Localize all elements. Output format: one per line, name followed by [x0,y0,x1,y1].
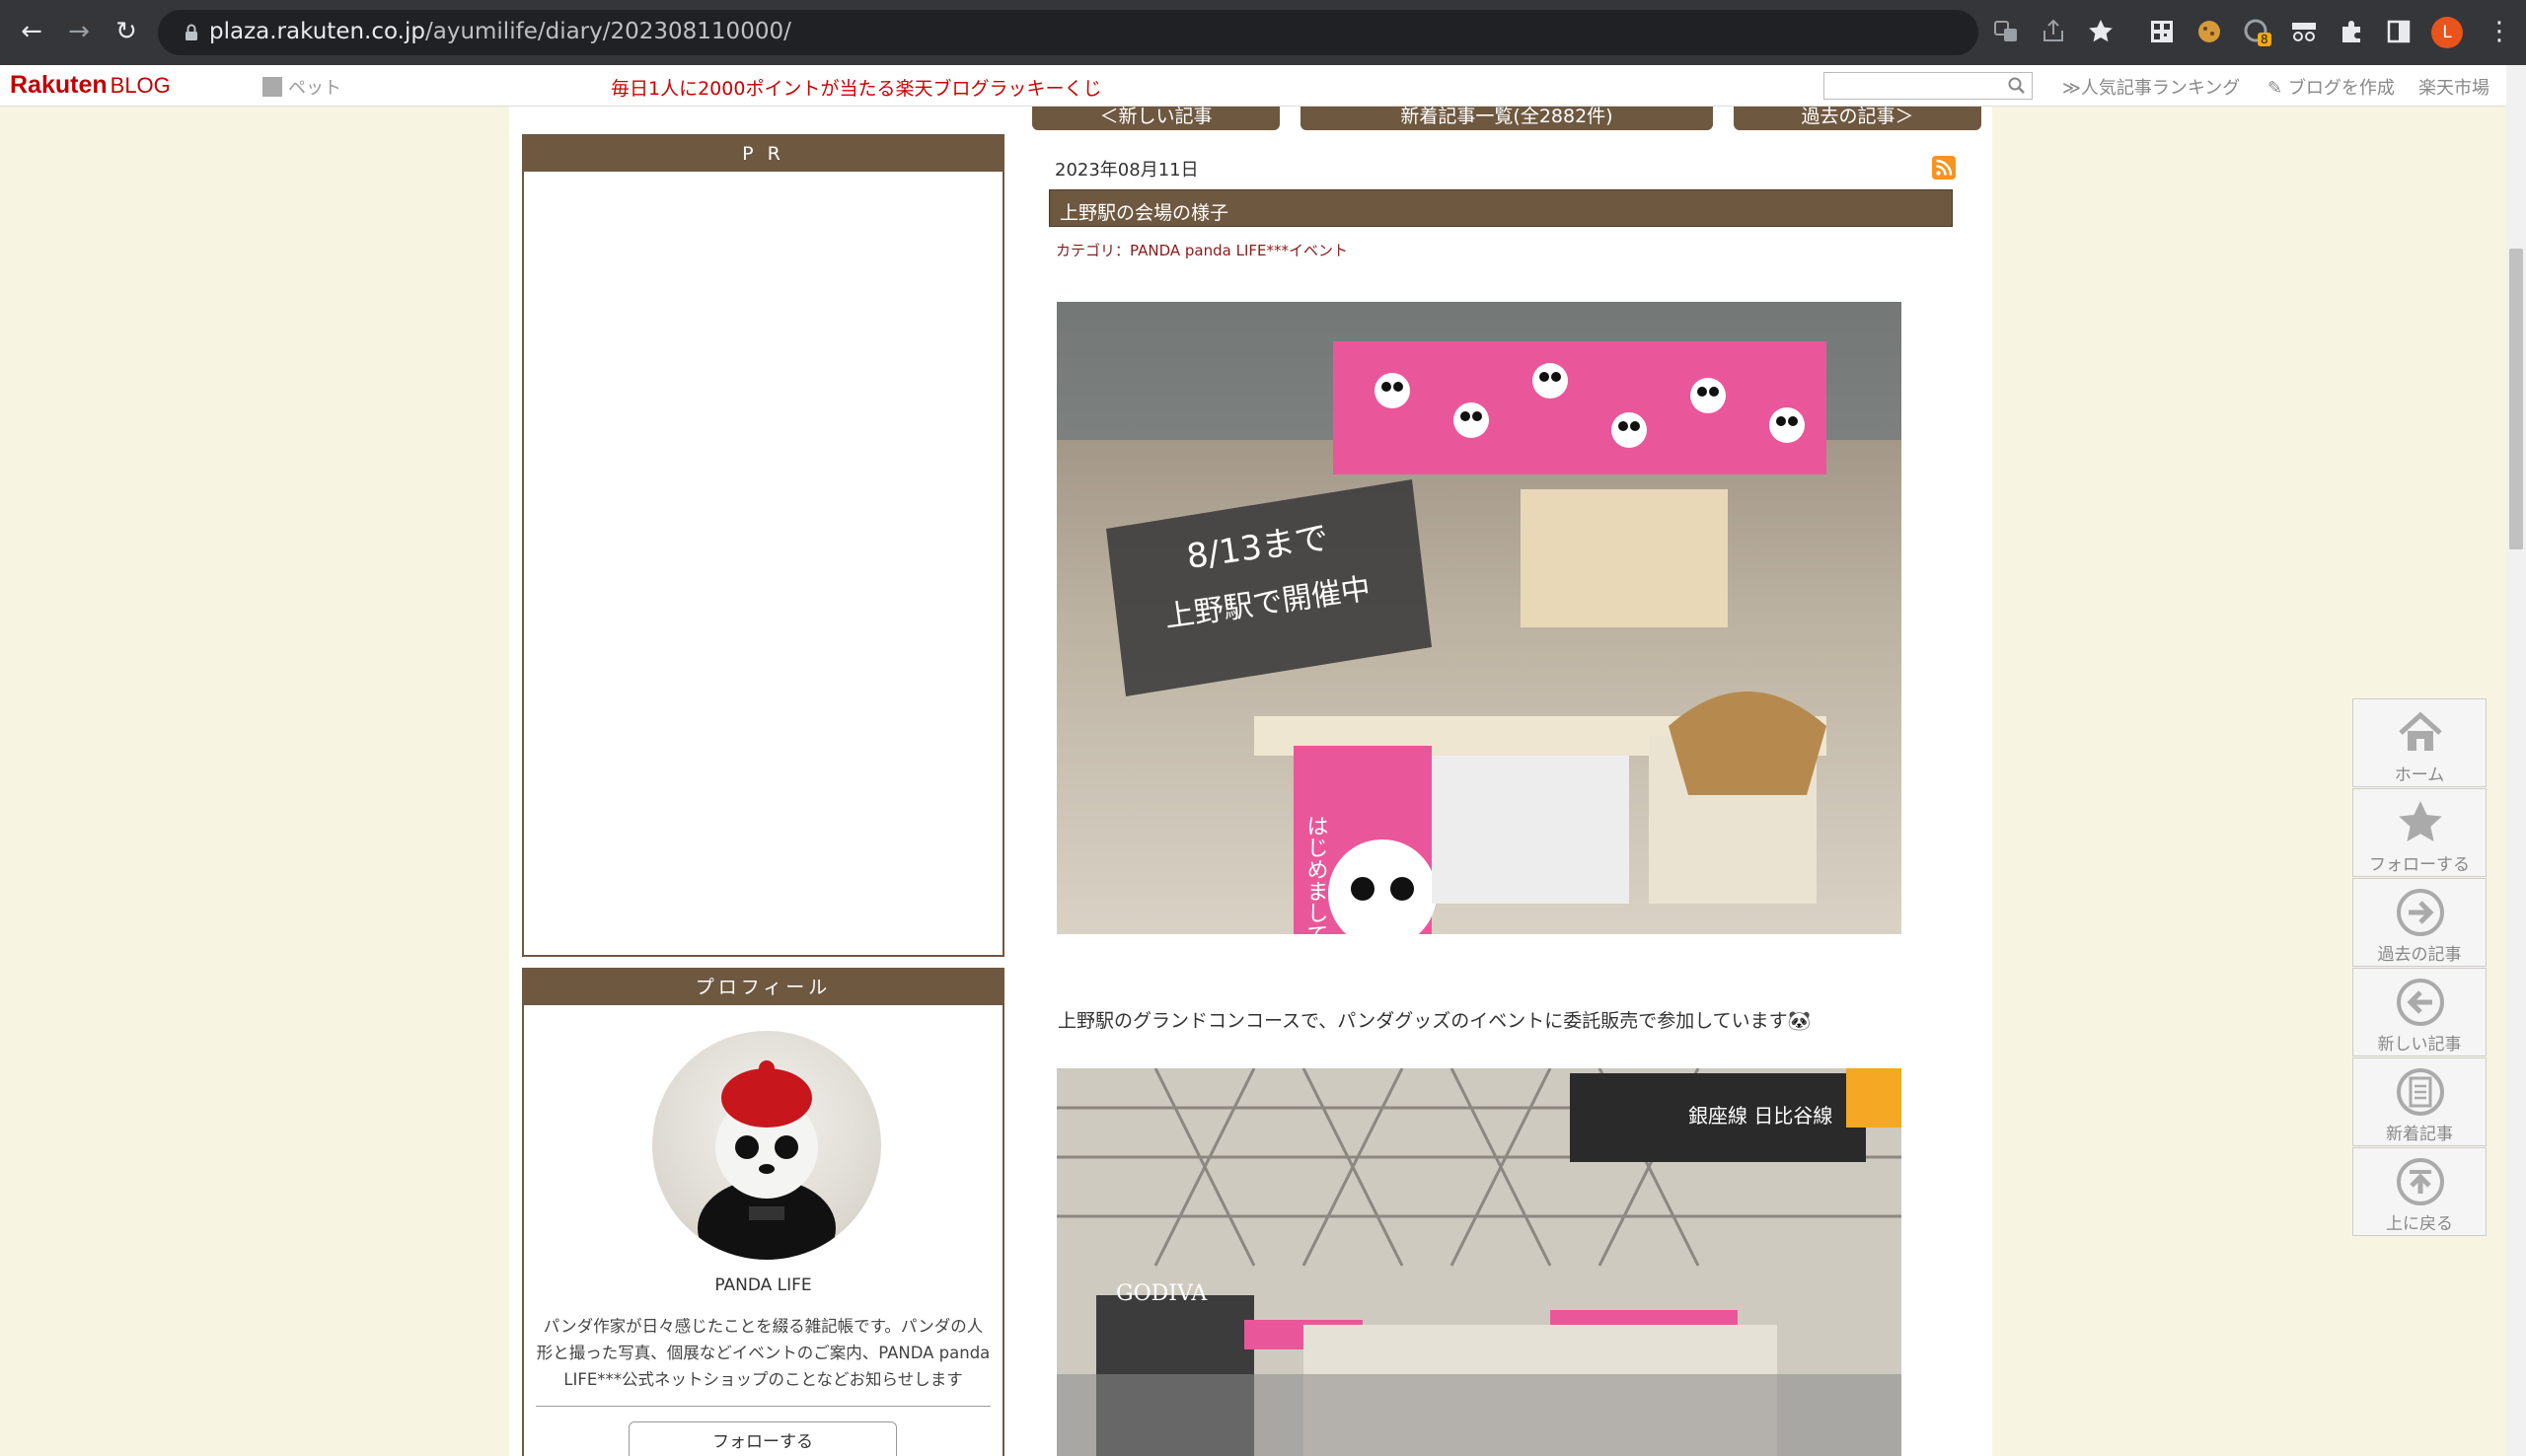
url-path: /ayumilife/diary/202308110000/ [424,19,791,44]
home-icon [2399,711,2442,751]
sidebar-older-button[interactable]: 過去の記事 [2352,878,2487,967]
profile-description: パンダ作家が日々感じたことを綴る雑記帳です。パンダの人形と撮った写真、個展などイ… [536,1317,991,1389]
reload-button[interactable]: ↻ [109,14,144,49]
forward-button[interactable]: → [61,14,97,49]
browser-toolbar: ← → ↻ plaza.rakuten.co.jp/ayumilife/diar… [0,0,2526,65]
sidebar-latest-button[interactable]: 新着記事 [2352,1057,2487,1146]
event-booth-photo[interactable]: 8/13まで 上野駅で開催中 はじめまして [1057,302,1901,934]
godiva-store-sign: GODIVA [1116,1281,1208,1306]
create-blog-link[interactable]: ✎ ブログを作成 [2267,74,2395,100]
arrow-up-circle-icon [2397,1158,2444,1205]
rakuten-blog-logo[interactable]: Rakuten BLOG [10,71,171,100]
newer-post-link[interactable]: ＜新しい記事 [1032,107,1280,130]
sidebar-latest-label: 新着記事 [2386,1125,2453,1144]
bookmark-star-icon[interactable] [2086,17,2116,46]
panda-doll-image [698,1060,836,1260]
document-list-icon [2397,1068,2444,1116]
sidebar-home-label: ホーム [2394,765,2445,785]
extension-badge-icon[interactable]: 8 [2242,17,2271,46]
logo-text: Rakuten [10,71,108,99]
profile-divider [536,1406,991,1407]
post-title[interactable]: 上野駅の会場の様子 [1060,198,1228,225]
address-bar[interactable]: plaza.rakuten.co.jp/ayumilife/diary/2023… [158,10,1978,55]
cookie-icon[interactable] [2194,17,2224,46]
post-caption: 上野駅のグランドコンコースで、パンダグッズのイベントに委託販売で参加しています🐼 [1058,1010,1812,1032]
sidebar-home-button[interactable]: ホーム [2352,698,2487,787]
lock-icon [186,24,197,40]
profile-avatar-image[interactable] [652,1031,881,1260]
search-icon[interactable] [2007,76,2027,96]
post-title-bar: 上野駅の会場の様子 [1049,189,1953,227]
pr-box: P R [522,134,1004,957]
rakuten-global-bar: Rakuten BLOG ペット 毎日1人に2000ポイントが当たる楽天ブログラッ… [0,65,2526,107]
url-host: plaza.rakuten.co.jp [209,19,425,44]
star-icon [2399,801,2442,841]
post-date: 2023年08月11日 [1055,160,1199,181]
rakuten-market-link[interactable]: 楽天市場 [2418,74,2489,100]
share-icon[interactable] [2039,17,2068,46]
chrome-menu-icon[interactable]: ⋮ [2485,17,2514,46]
blog-search-input[interactable] [1823,72,2033,100]
post-category[interactable]: カテゴリ：PANDA panda LIFE***イベント [1056,240,1348,260]
pet-genre-link[interactable]: ペット [262,74,341,100]
station-concourse-photo[interactable]: 銀座線 日比谷線 GODIVA [1057,1068,1901,1456]
profile-box: プロフィール PANDA LIFE パンダ作家が日々感じたことを綴る雑記帳です。… [522,968,1004,1456]
concourse-photo-illustration: 銀座線 日比谷線 GODIVA [1057,1068,1901,1456]
booth-photo-illustration: 8/13まで 上野駅で開催中 はじめまして [1057,302,1901,934]
pet-label: ペット [288,78,341,99]
rss-icon[interactable] [1932,156,1956,180]
incognito-glasses-icon[interactable] [2289,17,2319,46]
lottery-link[interactable]: 毎日1人に2000ポイントが当たる楽天ブログラッキーくじ [611,74,1101,101]
create-blog-label: ブログを作成 [2287,78,2395,99]
follow-button[interactable]: フォローする [629,1421,897,1456]
sidebar-top-button[interactable]: 上に戻る [2352,1147,2487,1236]
url-text: plaza.rakuten.co.jp/ayumilife/diary/2023… [209,19,791,44]
extensions-puzzle-icon[interactable] [2337,17,2366,46]
booth-banner-text: はじめまして [1303,815,1328,934]
older-post-link[interactable]: 過去の記事＞ [1734,107,1981,130]
profile-name[interactable]: PANDA LIFE [524,1275,1003,1295]
qr-code-icon[interactable] [2147,17,2177,46]
translate-icon[interactable] [1991,17,2021,46]
sidebar-follow-label: フォローする [2369,855,2470,875]
side-panel-icon[interactable] [2384,17,2414,46]
sidebar-top-label: 上に戻る [2386,1214,2453,1234]
back-button[interactable]: ← [14,14,49,49]
ranking-link[interactable]: ≫人気記事ランキング [2062,74,2240,100]
pr-header: P R [524,136,1003,172]
logo-suffix: BLOG [110,73,171,98]
station-line-sign: 銀座線 日比谷線 [1688,1104,1832,1128]
sidebar-newer-button[interactable]: 新しい記事 [2352,968,2487,1056]
post-list-link[interactable]: 新着記事一覧(全2882件) [1300,107,1713,130]
arrow-left-circle-icon [2397,979,2444,1026]
arrow-right-circle-icon [2397,889,2444,936]
profile-avatar[interactable]: L [2431,17,2463,48]
pet-icon [262,77,282,97]
extension-badge-count: 8 [2258,33,2271,46]
scrollbar-thumb[interactable] [2509,249,2523,549]
pencil-icon: ✎ [2267,78,2283,99]
sidebar-follow-button[interactable]: フォローする [2352,788,2487,877]
profile-header: プロフィール [524,970,1003,1005]
sidebar-newer-label: 新しい記事 [2377,1035,2462,1055]
sidebar-older-label: 過去の記事 [2377,945,2462,965]
